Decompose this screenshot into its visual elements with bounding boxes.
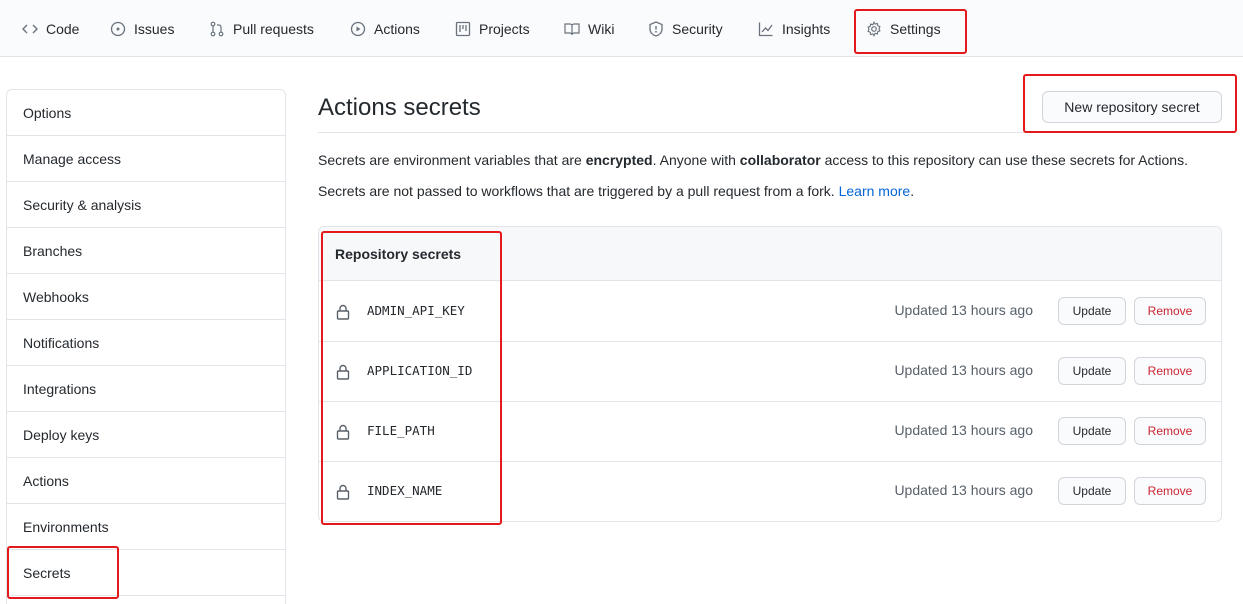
- secret-updated: Updated 13 hours ago: [894, 422, 1033, 438]
- secret-row: FILE_PATH Updated 13 hours ago Update Re…: [319, 402, 1221, 462]
- shield-icon: [648, 20, 664, 37]
- tab-code[interactable]: Code: [22, 0, 79, 57]
- tab-label: Security: [672, 20, 723, 37]
- secret-name: ADMIN_API_KEY: [367, 303, 465, 318]
- sidebar-item-environments[interactable]: Environments: [7, 504, 285, 550]
- sidebar-item-label: Manage access: [23, 150, 122, 167]
- repository-secrets-box: Repository secrets ADMIN_API_KEY Updated…: [318, 226, 1222, 522]
- sidebar-item-label: Security & analysis: [23, 196, 142, 213]
- learn-more-link[interactable]: Learn more: [839, 183, 911, 199]
- sidebar-item-label: Environments: [23, 518, 109, 535]
- secrets-description: Secrets are environment variables that a…: [318, 152, 1188, 168]
- sidebar-item-integrations[interactable]: Integrations: [7, 366, 285, 412]
- book-icon: [564, 21, 580, 37]
- sidebar-item-label: Actions: [23, 472, 69, 489]
- play-icon: [350, 21, 366, 37]
- sidebar-item-label: Webhooks: [23, 288, 89, 305]
- fork-note-period: .: [910, 183, 915, 199]
- git-pull-request-icon: [209, 21, 225, 37]
- description-bold: collaborator: [739, 152, 821, 168]
- secret-updated: Updated 13 hours ago: [894, 482, 1033, 498]
- sidebar-item-security-analysis[interactable]: Security & analysis: [7, 182, 285, 228]
- repo-nav: Code Issues Pull requests Actions Projec…: [0, 0, 1243, 57]
- description-bold: encrypted: [585, 152, 653, 168]
- remove-secret-button[interactable]: Remove: [1134, 297, 1206, 325]
- update-secret-button[interactable]: Update: [1058, 297, 1126, 325]
- sidebar-item-options[interactable]: Options: [7, 90, 285, 136]
- settings-sidebar: Options Manage access Security & analysi…: [6, 89, 286, 604]
- description-text: Secrets are environment variables that a…: [318, 152, 586, 168]
- fork-note-text: Secrets are not passed to workflows that…: [318, 183, 839, 199]
- sidebar-item-label: Integrations: [23, 380, 97, 397]
- sidebar-item-actions[interactable]: Actions: [7, 458, 285, 504]
- new-repository-secret-button[interactable]: New repository secret: [1042, 91, 1222, 123]
- lock-icon: [336, 364, 350, 380]
- secret-row: INDEX_NAME Updated 13 hours ago Update R…: [319, 462, 1221, 521]
- tab-settings[interactable]: Settings: [866, 0, 941, 57]
- graph-icon: [758, 21, 774, 37]
- secret-name: INDEX_NAME: [367, 483, 443, 498]
- tab-security[interactable]: Security: [648, 0, 723, 57]
- sidebar-item-deploy-keys[interactable]: Deploy keys: [7, 412, 285, 458]
- secret-name: FILE_PATH: [367, 423, 435, 438]
- description-text: access to this repository can use these …: [820, 152, 1188, 168]
- tab-actions[interactable]: Actions: [350, 0, 420, 57]
- tab-projects[interactable]: Projects: [455, 0, 530, 57]
- tab-label: Code: [46, 20, 80, 37]
- sidebar-item-label: Secrets: [23, 564, 71, 581]
- sidebar-item-label: Notifications: [23, 334, 100, 351]
- page-title: Actions secrets: [318, 94, 481, 121]
- update-secret-button[interactable]: Update: [1058, 477, 1126, 505]
- tab-label: Pull requests: [233, 20, 314, 37]
- tab-insights[interactable]: Insights: [758, 0, 830, 57]
- secret-row: APPLICATION_ID Updated 13 hours ago Upda…: [319, 342, 1221, 402]
- secret-updated: Updated 13 hours ago: [894, 302, 1033, 318]
- remove-secret-button[interactable]: Remove: [1134, 357, 1206, 385]
- sidebar-item-secrets[interactable]: Secrets: [7, 550, 285, 596]
- tab-issues[interactable]: Issues: [110, 0, 174, 57]
- tab-label: Wiki: [588, 20, 615, 37]
- secret-updated: Updated 13 hours ago: [894, 362, 1033, 378]
- remove-secret-button[interactable]: Remove: [1134, 417, 1206, 445]
- tab-label: Settings: [890, 20, 941, 37]
- secret-name: APPLICATION_ID: [367, 363, 473, 378]
- sidebar-item-notifications[interactable]: Notifications: [7, 320, 285, 366]
- sidebar-item-label: Deploy keys: [23, 426, 100, 443]
- update-secret-button[interactable]: Update: [1058, 417, 1126, 445]
- tab-wiki[interactable]: Wiki: [564, 0, 614, 57]
- repository-secrets-header: Repository secrets: [319, 227, 1221, 281]
- tab-label: Actions: [374, 20, 420, 37]
- issue-opened-icon: [110, 21, 126, 37]
- code-icon: [22, 21, 38, 37]
- sidebar-item-manage-access[interactable]: Manage access: [7, 136, 285, 182]
- description-text: . Anyone with: [652, 152, 740, 168]
- title-divider: [318, 132, 1222, 133]
- sidebar-item-label: Branches: [23, 242, 83, 259]
- tab-label: Projects: [479, 20, 530, 37]
- tab-label: Insights: [782, 20, 831, 37]
- sidebar-item-label: Options: [23, 104, 72, 121]
- project-icon: [455, 21, 471, 37]
- remove-secret-button[interactable]: Remove: [1134, 477, 1206, 505]
- fork-note: Secrets are not passed to workflows that…: [318, 183, 914, 199]
- sidebar-item-branches[interactable]: Branches: [7, 228, 285, 274]
- update-secret-button[interactable]: Update: [1058, 357, 1126, 385]
- tab-label: Issues: [134, 20, 175, 37]
- gear-icon: [866, 20, 882, 37]
- lock-icon: [336, 484, 350, 500]
- secret-row: ADMIN_API_KEY Updated 13 hours ago Updat…: [319, 282, 1221, 342]
- lock-icon: [336, 424, 350, 440]
- tab-pull-requests[interactable]: Pull requests: [209, 0, 314, 57]
- lock-icon: [336, 304, 350, 320]
- sidebar-item-webhooks[interactable]: Webhooks: [7, 274, 285, 320]
